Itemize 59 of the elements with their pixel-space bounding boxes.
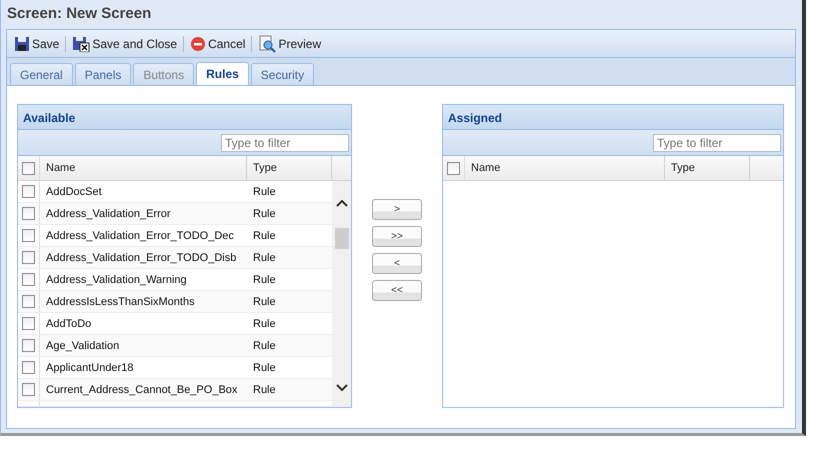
scroll-up-icon[interactable]	[334, 198, 348, 208]
column-header[interactable]: Type	[665, 156, 750, 180]
checkbox[interactable]	[22, 383, 35, 396]
table-cell-text: Address_Validation_Error_TODO_Disb	[45, 250, 238, 266]
table-cell-text: AddToDo	[45, 316, 92, 332]
toolbar-button[interactable]: Save and Close	[69, 34, 180, 54]
floppy-disk-close-icon	[72, 36, 90, 52]
panel-title: Assigned	[443, 105, 783, 130]
checkbox[interactable]	[22, 361, 35, 374]
table-cell-text: Rule	[252, 250, 277, 266]
column-header[interactable]: Name	[40, 156, 247, 180]
column-header[interactable]: Type	[247, 156, 332, 180]
move-button[interactable]: <<	[372, 280, 422, 301]
table-cell-text: Rule	[252, 184, 277, 200]
toolbar-button[interactable]: Cancel	[187, 34, 248, 54]
checkbox[interactable]	[22, 317, 35, 330]
checkbox[interactable]	[22, 162, 35, 174]
table-cell-text: Address_Validation_Error	[45, 206, 172, 222]
checkbox[interactable]	[22, 295, 35, 308]
checkbox[interactable]	[22, 273, 35, 286]
filter-field[interactable]: Type to filter	[653, 134, 781, 152]
tab[interactable]: Rules	[196, 62, 249, 85]
checkbox[interactable]	[22, 185, 35, 198]
tab[interactable]: Security	[250, 63, 314, 85]
checkbox[interactable]	[22, 251, 35, 264]
cancel-icon	[190, 36, 206, 52]
table-cell-text: Rule	[252, 360, 277, 376]
table-cell-text: Rule	[252, 206, 277, 222]
scrollbar-thumb[interactable]	[334, 228, 348, 249]
table-cell-text: Address_Validation_Error_TODO_Dec	[45, 228, 235, 244]
checkbox[interactable]	[22, 229, 35, 242]
table-cell-text: Rule	[252, 316, 277, 332]
table-cell-text: Rule	[252, 294, 277, 310]
tab[interactable]: Panels	[74, 63, 132, 85]
move-button[interactable]: >	[372, 199, 422, 220]
move-button[interactable]: >>	[372, 226, 422, 247]
table-cell-text: Rule	[252, 272, 277, 288]
table-cell-text: Rule	[252, 338, 277, 354]
table-cell-text: Address_Validation_Warning	[45, 272, 188, 288]
table-cell-text: Current_Address_Cannot_Be_PO_Box	[45, 382, 238, 398]
toolbar-button[interactable]: Preview	[255, 32, 324, 54]
window-title: Screen: New Screen	[6, 4, 152, 24]
table-cell-text: Age_Validation	[45, 338, 120, 354]
tab[interactable]: General	[10, 63, 73, 85]
document-magnifier-icon	[258, 34, 276, 52]
table-cell-text: Rule	[252, 228, 277, 244]
panel-title: Available	[18, 105, 351, 130]
table-cell-text: Rule	[252, 382, 277, 398]
table-cell-text: AddDocSet	[45, 184, 103, 200]
checkbox[interactable]	[447, 162, 460, 174]
move-button[interactable]: <	[372, 253, 422, 274]
filter-field[interactable]: Type to filter	[221, 134, 349, 152]
table-cell-text: ApplicantUnder18	[45, 360, 134, 376]
column-header[interactable]: Name	[465, 156, 665, 180]
table-cell-text: AddressIsLessThanSixMonths	[45, 294, 196, 310]
checkbox[interactable]	[22, 339, 35, 352]
checkbox[interactable]	[22, 207, 35, 220]
toolbar-button[interactable]: Save	[11, 34, 62, 54]
scroll-down-icon[interactable]	[334, 383, 348, 393]
